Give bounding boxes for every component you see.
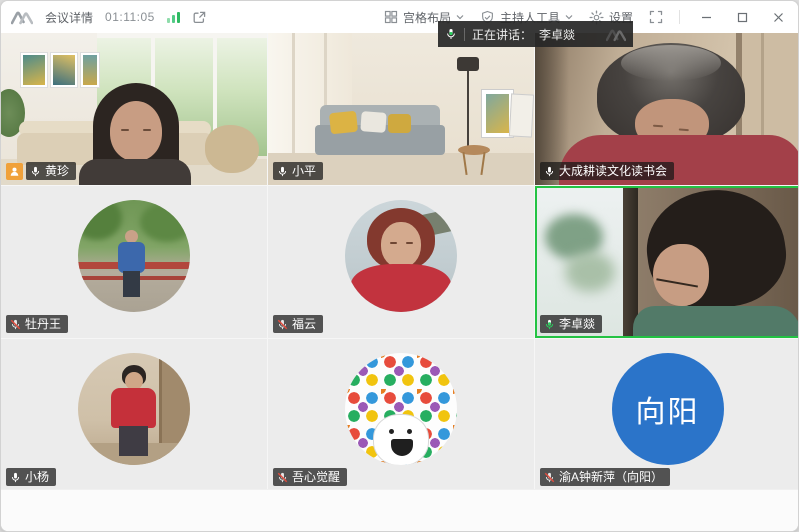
app-logo-icon (11, 9, 33, 25)
host-badge (6, 163, 23, 180)
mic-muted-icon (10, 319, 21, 330)
participant-name-tag: 李卓燚 (540, 315, 602, 333)
mic-on-icon (30, 166, 41, 177)
share-screen-icon[interactable] (192, 10, 207, 25)
avatar-photo (78, 200, 190, 312)
toolbar-divider (679, 10, 680, 24)
chevron-down-icon (456, 14, 464, 20)
participant-tile-huangzhen[interactable]: 黄珍 (1, 33, 267, 185)
maximize-button[interactable] (732, 7, 752, 27)
minimize-button[interactable] (696, 7, 716, 27)
participant-name-tag: 吾心觉醒 (273, 468, 347, 486)
participant-name-tag: 小杨 (6, 468, 56, 486)
bottom-toolbar-area (1, 489, 798, 531)
participant-tile-wuxinjuexing[interactable]: 吾心觉醒 (268, 339, 534, 491)
watermark-logo-icon (606, 27, 626, 42)
participant-name-tag: 黄珍 (26, 162, 76, 180)
speaking-toast: 正在讲话： 李卓燚 (438, 21, 633, 47)
participant-name-tag: 大成耕读文化读书会 (540, 162, 674, 180)
mic-on-icon (544, 166, 555, 177)
participant-name-tag: 福云 (273, 315, 323, 333)
microphone-icon (445, 28, 457, 40)
host-person-icon (9, 166, 20, 177)
toast-divider (464, 28, 465, 41)
participant-tile-lizhuoyi-active-speaker[interactable]: 李卓燚 (535, 186, 799, 338)
mic-muted-icon (277, 319, 288, 330)
participant-tile-fuyun[interactable]: 福云 (268, 186, 534, 338)
avatar-initials: 向阳 (612, 353, 724, 465)
participant-tile-xiaoping[interactable]: 小平 (268, 33, 534, 185)
participant-tile-mudanwang[interactable]: 牡丹王 (1, 186, 267, 338)
speaking-name: 李卓燚 (539, 26, 575, 43)
mic-muted-icon (277, 472, 288, 483)
mic-speaking-icon (544, 319, 555, 330)
signal-strength-icon (167, 11, 180, 23)
avatar-photo (345, 200, 457, 312)
meeting-timer: 01:11:05 (105, 10, 155, 24)
toolbar-left: 会议详情 01:11:05 (11, 9, 207, 26)
chevron-down-icon (565, 14, 573, 20)
participant-name-tag: 小平 (273, 162, 323, 180)
close-icon (773, 12, 784, 23)
fullscreen-button[interactable] (649, 10, 663, 24)
minimize-icon (701, 12, 712, 23)
participant-name-tag: 牡丹王 (6, 315, 68, 333)
grid-layout-icon (384, 10, 398, 24)
participant-tile-xiaoyang[interactable]: 小杨 (1, 339, 267, 491)
mic-on-icon (277, 166, 288, 177)
speaking-prefix: 正在讲话： (472, 26, 532, 43)
avatar-emoji-mosaic (345, 353, 457, 465)
participant-name-tag: 渝A钟新萍（向阳） (540, 468, 670, 486)
participant-tile-dacheng[interactable]: 大成耕读文化读书会 (535, 33, 799, 185)
close-button[interactable] (768, 7, 788, 27)
maximize-icon (737, 12, 748, 23)
meeting-details-link[interactable]: 会议详情 (45, 9, 93, 26)
video-grid: 黄珍 (1, 33, 799, 491)
avatar-photo (78, 353, 190, 465)
fullscreen-icon (649, 10, 663, 24)
participant-tile-xiangyang[interactable]: 向阳 渝A钟新萍（向阳） (535, 339, 799, 491)
avatar-text: 向阳 (636, 387, 700, 431)
top-toolbar: 会议详情 01:11:05 宫格布局 (1, 1, 798, 33)
meeting-window: 会议详情 01:11:05 宫格布局 (0, 0, 799, 532)
mic-on-icon (10, 472, 21, 483)
mic-muted-icon (544, 472, 555, 483)
